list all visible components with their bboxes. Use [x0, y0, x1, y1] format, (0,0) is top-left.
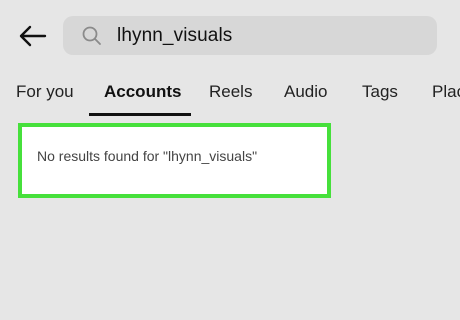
search-icon — [81, 25, 103, 47]
tab-places[interactable]: Plac — [432, 82, 460, 102]
back-button[interactable] — [12, 18, 52, 54]
search-input[interactable]: lhynn_visuals — [117, 25, 232, 47]
active-tab-indicator — [89, 113, 191, 116]
no-results-message: No results found for "lhynn_visuals" — [37, 148, 258, 164]
back-arrow-icon — [19, 25, 47, 47]
tab-accounts[interactable]: Accounts — [104, 82, 181, 102]
tab-for-you[interactable]: For you — [16, 82, 74, 102]
tab-reels[interactable]: Reels — [209, 82, 252, 102]
top-bar: lhynn_visuals — [0, 0, 460, 70]
tab-audio[interactable]: Audio — [284, 82, 327, 102]
search-field[interactable]: lhynn_visuals — [63, 16, 437, 55]
tab-tags[interactable]: Tags — [362, 82, 398, 102]
search-tabs: For you Accounts Reels Audio Tags Plac — [0, 72, 460, 116]
search-results-panel: No results found for "lhynn_visuals" — [18, 123, 331, 198]
